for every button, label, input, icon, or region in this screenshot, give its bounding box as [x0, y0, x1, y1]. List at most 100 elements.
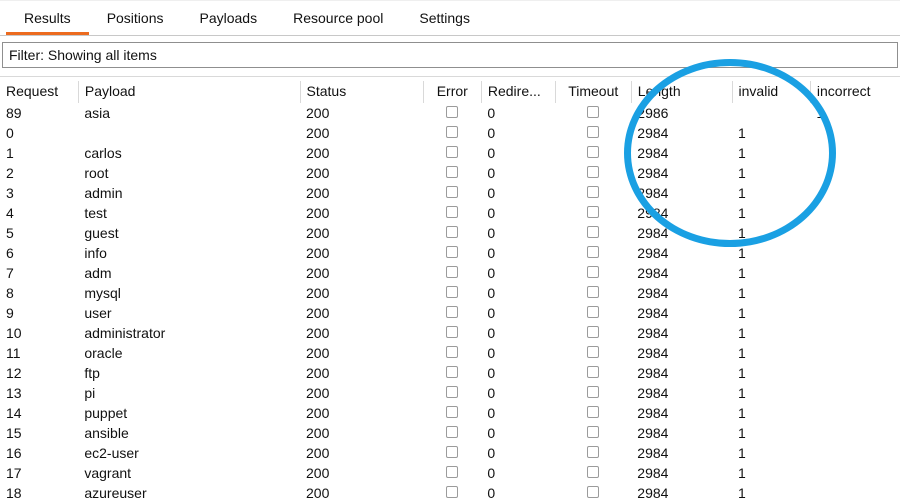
- cell-timeout: [555, 143, 631, 163]
- checkbox-icon: [446, 106, 458, 118]
- checkbox-icon: [446, 426, 458, 438]
- cell-invalid: 1: [732, 463, 810, 483]
- table-row[interactable]: 11oracle200029841: [0, 343, 900, 363]
- cell-request: 15: [0, 423, 78, 443]
- cell-request: 13: [0, 383, 78, 403]
- table-row[interactable]: 0200029841: [0, 123, 900, 143]
- checkbox-icon: [446, 146, 458, 158]
- cell-invalid: 1: [732, 283, 810, 303]
- filter-input[interactable]: Filter: Showing all items: [2, 42, 898, 68]
- table-header-row: RequestPayloadStatusErrorRedire...Timeou…: [0, 81, 900, 103]
- cell-timeout: [555, 163, 631, 183]
- table-row[interactable]: 18azureuser200029841: [0, 483, 900, 503]
- cell-redirect: 0: [481, 283, 555, 303]
- checkbox-icon: [446, 246, 458, 258]
- cell-redirect: 0: [481, 263, 555, 283]
- tab-results[interactable]: Results: [6, 5, 89, 35]
- tab-positions[interactable]: Positions: [89, 5, 182, 35]
- table-row[interactable]: 9user200029841: [0, 303, 900, 323]
- table-row[interactable]: 15ansible200029841: [0, 423, 900, 443]
- table-row[interactable]: 14puppet200029841: [0, 403, 900, 423]
- table-row[interactable]: 5guest200029841: [0, 223, 900, 243]
- checkbox-icon: [587, 326, 599, 338]
- table-row[interactable]: 8mysql200029841: [0, 283, 900, 303]
- checkbox-icon: [446, 466, 458, 478]
- cell-payload: administrator: [78, 323, 300, 343]
- cell-status: 200: [300, 363, 423, 383]
- table-row[interactable]: 89asia200029861: [0, 103, 900, 123]
- cell-invalid: 1: [732, 483, 810, 503]
- cell-invalid: 1: [732, 343, 810, 363]
- cell-request: 17: [0, 463, 78, 483]
- cell-status: 200: [300, 483, 423, 503]
- checkbox-icon: [446, 406, 458, 418]
- table-row[interactable]: 10administrator200029841: [0, 323, 900, 343]
- checkbox-icon: [446, 346, 458, 358]
- cell-timeout: [555, 243, 631, 263]
- cell-timeout: [555, 423, 631, 443]
- checkbox-icon: [587, 346, 599, 358]
- tab-settings[interactable]: Settings: [401, 5, 488, 35]
- cell-incorrect: [810, 403, 900, 423]
- cell-payload: asia: [78, 103, 300, 123]
- cell-invalid: 1: [732, 143, 810, 163]
- cell-status: 200: [300, 263, 423, 283]
- cell-error: [423, 423, 481, 443]
- cell-request: 2: [0, 163, 78, 183]
- column-error[interactable]: Error: [423, 81, 481, 103]
- table-row[interactable]: 7adm200029841: [0, 263, 900, 283]
- table-row[interactable]: 16ec2-user200029841: [0, 443, 900, 463]
- checkbox-icon: [446, 286, 458, 298]
- table-row[interactable]: 4test200029841: [0, 203, 900, 223]
- cell-payload: guest: [78, 223, 300, 243]
- table-row[interactable]: 6info200029841: [0, 243, 900, 263]
- cell-payload: info: [78, 243, 300, 263]
- cell-length: 2984: [631, 143, 732, 163]
- cell-status: 200: [300, 303, 423, 323]
- table-row[interactable]: 13pi200029841: [0, 383, 900, 403]
- column-invalid[interactable]: invalid: [732, 81, 810, 103]
- table-row[interactable]: 17vagrant200029841: [0, 463, 900, 483]
- column-length[interactable]: Length: [631, 81, 732, 103]
- table-row[interactable]: 2root200029841: [0, 163, 900, 183]
- cell-status: 200: [300, 103, 423, 123]
- checkbox-icon: [446, 386, 458, 398]
- tab-payloads[interactable]: Payloads: [182, 5, 276, 35]
- tab-resource-pool[interactable]: Resource pool: [275, 5, 401, 35]
- checkbox-icon: [446, 306, 458, 318]
- cell-request: 9: [0, 303, 78, 323]
- cell-status: 200: [300, 123, 423, 143]
- cell-incorrect: 1: [810, 103, 900, 123]
- cell-incorrect: [810, 263, 900, 283]
- checkbox-icon: [587, 286, 599, 298]
- cell-error: [423, 463, 481, 483]
- cell-redirect: 0: [481, 123, 555, 143]
- checkbox-icon: [587, 146, 599, 158]
- cell-payload: admin: [78, 183, 300, 203]
- cell-incorrect: [810, 363, 900, 383]
- cell-request: 7: [0, 263, 78, 283]
- cell-payload: user: [78, 303, 300, 323]
- column-request[interactable]: Request: [0, 81, 78, 103]
- table-row[interactable]: 12ftp200029841: [0, 363, 900, 383]
- cell-error: [423, 223, 481, 243]
- cell-error: [423, 483, 481, 503]
- column-incorrect[interactable]: incorrect: [810, 81, 900, 103]
- checkbox-icon: [587, 466, 599, 478]
- column-payload[interactable]: Payload: [78, 81, 300, 103]
- cell-length: 2984: [631, 343, 732, 363]
- cell-payload: carlos: [78, 143, 300, 163]
- column-timeout[interactable]: Timeout: [555, 81, 631, 103]
- table-row[interactable]: 3admin200029841: [0, 183, 900, 203]
- cell-timeout: [555, 403, 631, 423]
- column-status[interactable]: Status: [300, 81, 423, 103]
- column-redire-[interactable]: Redire...: [481, 81, 555, 103]
- table-row[interactable]: 1carlos200029841: [0, 143, 900, 163]
- cell-payload: azureuser: [78, 483, 300, 503]
- cell-incorrect: [810, 163, 900, 183]
- cell-request: 0: [0, 123, 78, 143]
- cell-incorrect: [810, 183, 900, 203]
- cell-status: 200: [300, 143, 423, 163]
- checkbox-icon: [587, 186, 599, 198]
- checkbox-icon: [587, 226, 599, 238]
